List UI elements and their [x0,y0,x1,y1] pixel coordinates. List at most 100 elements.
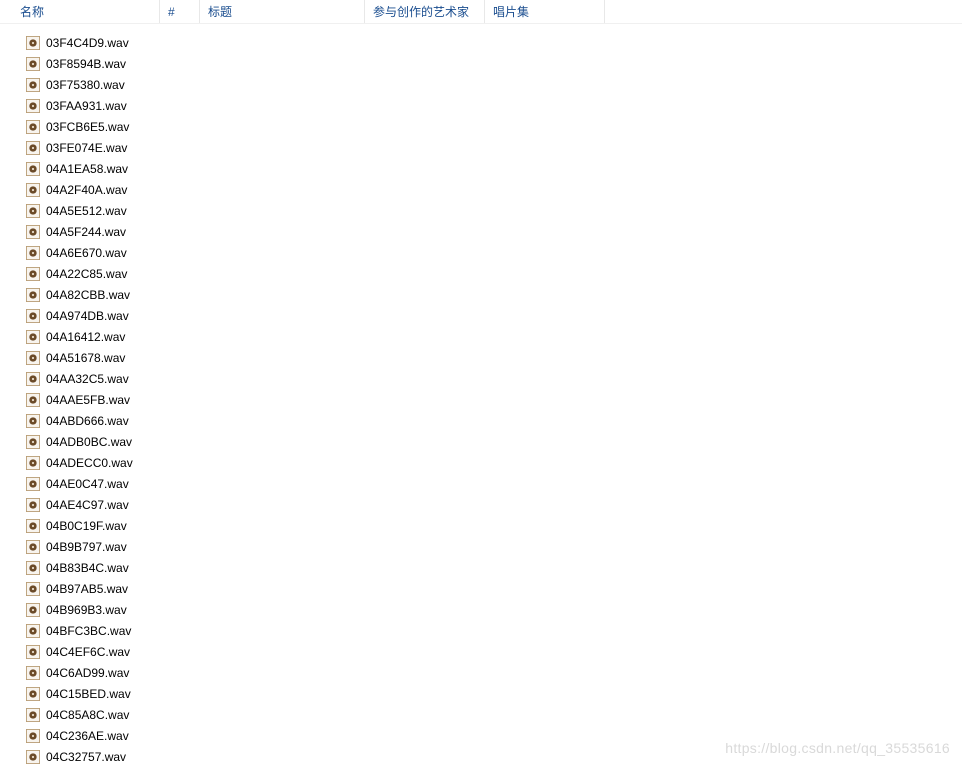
file-name: 04AA32C5.wav [46,372,129,386]
file-row[interactable]: 04C236AE.wav [26,725,962,746]
file-row[interactable]: 04BFC3BC.wav [26,620,962,641]
file-name: 04AAE5FB.wav [46,393,130,407]
file-row[interactable]: 03F4C4D9.wav [26,32,962,53]
column-header-row: 名称 # 标题 参与创作的艺术家 唱片集 [0,0,962,24]
file-row[interactable]: 03FCB6E5.wav [26,116,962,137]
file-name: 04A6E670.wav [46,246,127,260]
audio-file-icon [26,687,40,701]
file-row[interactable]: 04A2F40A.wav [26,179,962,200]
file-name: 04A2F40A.wav [46,183,127,197]
audio-file-icon [26,519,40,533]
file-name: 04C6AD99.wav [46,666,129,680]
audio-file-icon [26,36,40,50]
audio-file-icon [26,498,40,512]
file-row[interactable]: 04C32757.wav [26,746,962,767]
audio-file-icon [26,78,40,92]
audio-file-icon [26,120,40,134]
audio-file-icon [26,729,40,743]
file-row[interactable]: 04A82CBB.wav [26,284,962,305]
audio-file-icon [26,561,40,575]
file-name: 03FAA931.wav [46,99,127,113]
file-name: 04A16412.wav [46,330,125,344]
column-header-title[interactable]: 标题 [200,0,365,23]
file-row[interactable]: 04A5E512.wav [26,200,962,221]
file-name: 04B83B4C.wav [46,561,129,575]
file-name: 04C85A8C.wav [46,708,129,722]
file-name: 04B0C19F.wav [46,519,127,533]
file-name: 04C4EF6C.wav [46,645,130,659]
column-header-artist[interactable]: 参与创作的艺术家 [365,0,485,23]
audio-file-icon [26,183,40,197]
audio-file-icon [26,708,40,722]
audio-file-icon [26,624,40,638]
file-row[interactable]: 04A1EA58.wav [26,158,962,179]
audio-file-icon [26,603,40,617]
file-name: 04AE4C97.wav [46,498,129,512]
file-row[interactable]: 04ABD666.wav [26,410,962,431]
file-row[interactable]: 03F8594B.wav [26,53,962,74]
audio-file-icon [26,204,40,218]
file-name: 04AE0C47.wav [46,477,129,491]
file-name: 03FE074E.wav [46,141,127,155]
audio-file-icon [26,477,40,491]
file-row[interactable]: 04AE0C47.wav [26,473,962,494]
column-header-name[interactable]: 名称 [12,0,160,23]
file-name: 04A22C85.wav [46,267,127,281]
audio-file-icon [26,393,40,407]
file-row[interactable]: 04A51678.wav [26,347,962,368]
file-row[interactable]: 03FE074E.wav [26,137,962,158]
audio-file-icon [26,267,40,281]
file-name: 04B9B797.wav [46,540,127,554]
audio-file-icon [26,246,40,260]
file-row[interactable]: 04AE4C97.wav [26,494,962,515]
file-row[interactable]: 04B97AB5.wav [26,578,962,599]
file-row[interactable]: 04B0C19F.wav [26,515,962,536]
file-row[interactable]: 04AA32C5.wav [26,368,962,389]
file-name: 04A1EA58.wav [46,162,128,176]
file-name: 04B97AB5.wav [46,582,128,596]
file-row[interactable]: 03FAA931.wav [26,95,962,116]
audio-file-icon [26,141,40,155]
file-row[interactable]: 04C6AD99.wav [26,662,962,683]
audio-file-icon [26,288,40,302]
file-name: 04C32757.wav [46,750,126,764]
audio-file-icon [26,99,40,113]
file-name: 04C15BED.wav [46,687,131,701]
file-row[interactable]: 03F75380.wav [26,74,962,95]
audio-file-icon [26,750,40,764]
audio-file-icon [26,162,40,176]
file-name: 04ADECC0.wav [46,456,133,470]
file-row[interactable]: 04A5F244.wav [26,221,962,242]
file-row[interactable]: 04ADB0BC.wav [26,431,962,452]
audio-file-icon [26,456,40,470]
file-row[interactable]: 04B83B4C.wav [26,557,962,578]
file-row[interactable]: 04C15BED.wav [26,683,962,704]
audio-file-icon [26,540,40,554]
column-header-number[interactable]: # [160,0,200,23]
file-row[interactable]: 04A6E670.wav [26,242,962,263]
file-row[interactable]: 04B969B3.wav [26,599,962,620]
audio-file-icon [26,351,40,365]
file-row[interactable]: 04C4EF6C.wav [26,641,962,662]
column-header-album[interactable]: 唱片集 [485,0,605,23]
audio-file-icon [26,57,40,71]
file-row[interactable]: 04ADECC0.wav [26,452,962,473]
file-name: 04A974DB.wav [46,309,129,323]
file-row[interactable]: 04C85A8C.wav [26,704,962,725]
file-name: 04ABD666.wav [46,414,129,428]
file-row[interactable]: 04B9B797.wav [26,536,962,557]
file-name: 03FCB6E5.wav [46,120,129,134]
audio-file-icon [26,372,40,386]
file-name: 04BFC3BC.wav [46,624,131,638]
file-row[interactable]: 04AAE5FB.wav [26,389,962,410]
audio-file-icon [26,309,40,323]
file-row[interactable]: 04A16412.wav [26,326,962,347]
file-name: 03F8594B.wav [46,57,126,71]
file-row[interactable]: 04A22C85.wav [26,263,962,284]
file-name: 04B969B3.wav [46,603,127,617]
file-row[interactable]: 04A974DB.wav [26,305,962,326]
file-name: 04A82CBB.wav [46,288,130,302]
audio-file-icon [26,582,40,596]
audio-file-icon [26,414,40,428]
file-name: 04C236AE.wav [46,729,129,743]
